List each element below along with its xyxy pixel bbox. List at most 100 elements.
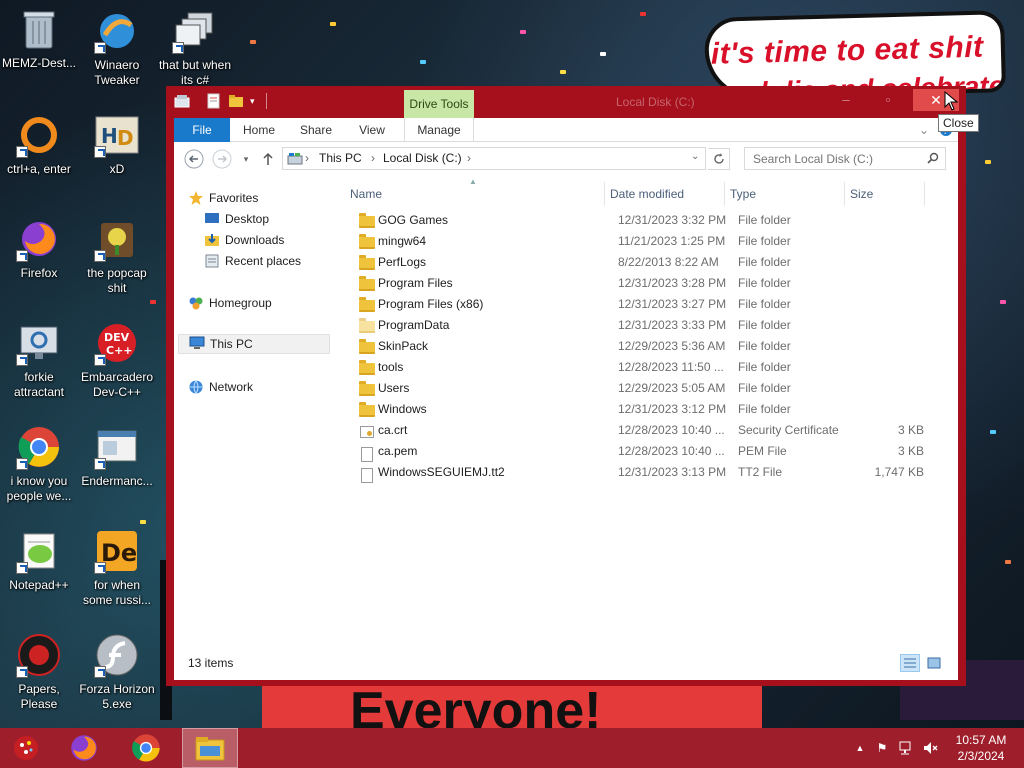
maximize-button[interactable]: ▫ [868,89,908,111]
desktop-icon-embarcadero[interactable]: DEV C++ Embarcadero Dev-C++ [78,320,156,400]
system-menu-icon[interactable] [174,93,190,109]
title-bar[interactable]: ▾ Drive Tools Local Disk (C:) – ▫ ✕ [166,86,966,118]
tab-view[interactable]: View [350,118,394,142]
start-button[interactable] [0,728,52,768]
file-row[interactable]: Program Files (x86) 12/31/2023 3:27 PM Fil… [342,294,942,315]
devcpp-icon: DEV C++ [94,320,140,366]
large-icons-view-button[interactable] [924,654,944,672]
search-input[interactable] [745,148,923,169]
forward-button[interactable] [212,149,232,169]
file-date-modified: 12/28/2023 11:50 ... [618,360,724,374]
file-row[interactable]: mingw64 11/21/2023 1:25 PM File folder [342,231,942,252]
desktop-icon-winaero-tweaker[interactable]: Winaero Tweaker [78,8,156,88]
desktop-icon-notepadpp[interactable]: Notepad++ [0,528,78,593]
tab-file[interactable]: File [174,118,230,142]
breadcrumb-this-pc[interactable]: This PC [319,151,362,165]
file-row[interactable]: ca.crt 12/28/2023 10:40 ... Security Certi… [342,420,942,441]
file-row[interactable]: PerfLogs 8/22/2013 8:22 AM File folder [342,252,942,273]
plants-zombies-icon [94,216,140,262]
desktop-icon-label: MEMZ-Dest... [2,56,76,70]
nav-homegroup[interactable]: Homegroup [188,293,272,313]
desktop-icon-memz[interactable]: MEMZ-Dest... [0,6,78,71]
file-row[interactable]: tools 12/28/2023 11:50 ... File folder [342,357,942,378]
file-explorer-window[interactable]: ▾ Drive Tools Local Disk (C:) – ▫ ✕ File… [166,86,966,686]
tab-share[interactable]: Share [292,118,340,142]
shortcut-arrow-icon [16,250,28,262]
nav-this-pc[interactable]: This PC [178,334,330,354]
desktop-icon-for-when[interactable]: De for when some russi... [78,528,156,608]
taskbar-chrome-button[interactable] [120,728,172,768]
nav-network[interactable]: Network [188,377,253,397]
address-dropdown-icon[interactable]: ⌄ [691,151,699,162]
recent-locations-dropdown-icon[interactable]: ▾ [236,149,256,169]
nav-favorites-label: Favorites [209,191,259,205]
action-center-flag-icon[interactable]: ⚑ [874,740,890,756]
desktop-icon-that-but-when[interactable]: that but when its c# [156,8,234,88]
search-box[interactable] [744,147,946,170]
properties-icon[interactable] [206,93,222,109]
desktop-icon-papers-please[interactable]: Papers, Please [0,632,78,712]
certificate-icon [359,423,375,438]
expand-ribbon-icon[interactable]: ⌄ [914,118,934,142]
network-tray-icon[interactable] [898,740,914,756]
search-icon[interactable] [927,152,939,167]
file-row[interactable]: Program Files 12/31/2023 3:28 PM File fold… [342,273,942,294]
taskbar-file-explorer-button[interactable] [182,728,238,768]
hxd-editor-icon: HD [94,112,140,158]
show-hidden-icons-icon[interactable]: ▲ [852,740,868,756]
file-row[interactable]: ca.pem 12/28/2023 10:40 ... PEM File 3 KB [342,441,942,462]
desktop-icon-firefox[interactable]: Firefox [0,216,78,281]
firefox-icon [16,216,62,262]
file-row[interactable]: WindowsSEGUIEMJ.tt2 12/31/2023 3:13 PM TT2… [342,462,942,483]
file-row[interactable]: ProgramData 12/31/2023 3:33 PM File folder [342,315,942,336]
taskbar-firefox-button[interactable] [58,728,110,768]
folder-icon [359,213,375,228]
desktop-icon-endermanch[interactable]: Endermanc... [78,424,156,489]
system-clock[interactable]: 10:57 AM 2/3/2024 [948,732,1014,764]
column-header-type[interactable]: Type [730,182,840,206]
file-date-modified: 12/31/2023 3:33 PM [618,318,727,332]
column-header-name[interactable]: Name [350,182,590,206]
desktop-icon-label: Endermanc... [81,474,153,488]
file-row[interactable]: SkinPack 12/29/2023 5:36 AM File folder [342,336,942,357]
desktop-icon-ctrl-a-enter[interactable]: ctrl+a, enter [0,112,78,177]
breadcrumb-local-disk[interactable]: Local Disk (C:) [383,151,462,165]
file-date-modified: 12/29/2023 5:05 AM [618,381,726,395]
desktop-icon-forza[interactable]: Forza Horizon 5.exe [78,632,156,712]
column-header-date[interactable]: Date modified [610,182,720,206]
file-row[interactable]: GOG Games 12/31/2023 3:32 PM File folder [342,210,942,231]
nav-desktop-label: Desktop [225,212,270,226]
star-icon [188,190,204,206]
minimize-button[interactable]: – [826,89,866,111]
nav-recent-places[interactable]: Recent places [204,251,301,271]
new-folder-icon[interactable] [228,93,244,109]
desktop-icon-popcap[interactable]: the popcap shit [78,216,156,296]
refresh-button[interactable] [708,148,730,170]
column-header-size[interactable]: Size [850,182,920,206]
homegroup-icon [188,295,204,311]
nav-downloads[interactable]: Downloads [204,230,284,250]
nav-desktop[interactable]: Desktop [204,209,269,229]
quick-access-dropdown-icon[interactable]: ▾ [250,93,266,109]
column-divider [604,182,605,206]
desktop-icon-forkie[interactable]: forkie attractant [0,320,78,400]
back-button[interactable] [184,149,204,169]
file-name: tools [378,360,404,374]
file-date-modified: 8/22/2013 8:22 AM [618,255,719,269]
desktop-icon-i-know-you[interactable]: i know you people we... [0,424,78,504]
drive-tools-context-tab[interactable]: Drive Tools [404,90,474,118]
volume-muted-icon[interactable] [922,740,938,756]
tab-manage[interactable]: Manage [404,118,474,142]
file-row[interactable]: Windows 12/31/2023 3:12 PM File folder [342,399,942,420]
file-row[interactable]: Users 12/29/2023 5:05 AM File folder [342,378,942,399]
nav-network-label: Network [209,380,254,394]
file-name: ProgramData [378,318,450,332]
file-size: 3 KB [897,444,924,458]
nav-favorites[interactable]: Favorites [188,188,258,208]
up-button[interactable] [258,149,278,169]
tab-home[interactable]: Home [236,118,282,142]
item-count: 13 items [188,656,234,670]
details-view-button[interactable] [900,654,920,672]
desktop-icon-xd[interactable]: HD xD [78,112,156,177]
address-box[interactable]: › This PC › Local Disk (C:) › ⌄ [282,147,706,170]
